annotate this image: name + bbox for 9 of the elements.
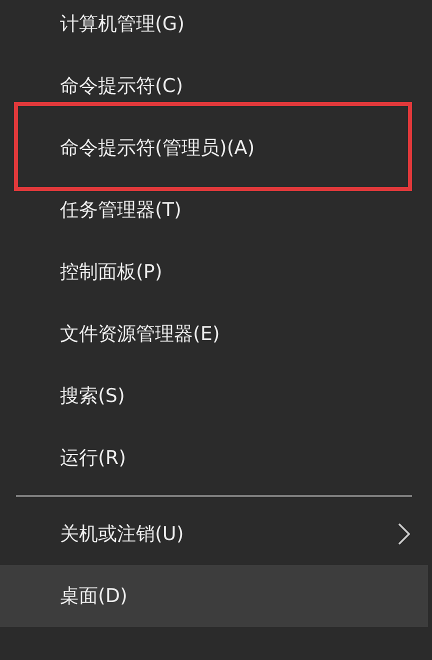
menu-item[interactable]: 命令提示符(管理员)(A) bbox=[14, 102, 412, 191]
menu-item[interactable]: 文件资源管理器(E) bbox=[0, 303, 428, 365]
menu-item[interactable]: 搜索(S) bbox=[0, 365, 428, 427]
menu-item[interactable]: 桌面(D) bbox=[0, 565, 428, 627]
menu-item[interactable]: 控制面板(P) bbox=[0, 241, 428, 303]
chevron-right-icon bbox=[398, 523, 410, 545]
menu-item[interactable]: 关机或注销(U) bbox=[0, 503, 428, 565]
menu-item[interactable]: 运行(R) bbox=[0, 427, 428, 489]
menu-item[interactable]: 计算机管理(G) bbox=[0, 0, 428, 55]
